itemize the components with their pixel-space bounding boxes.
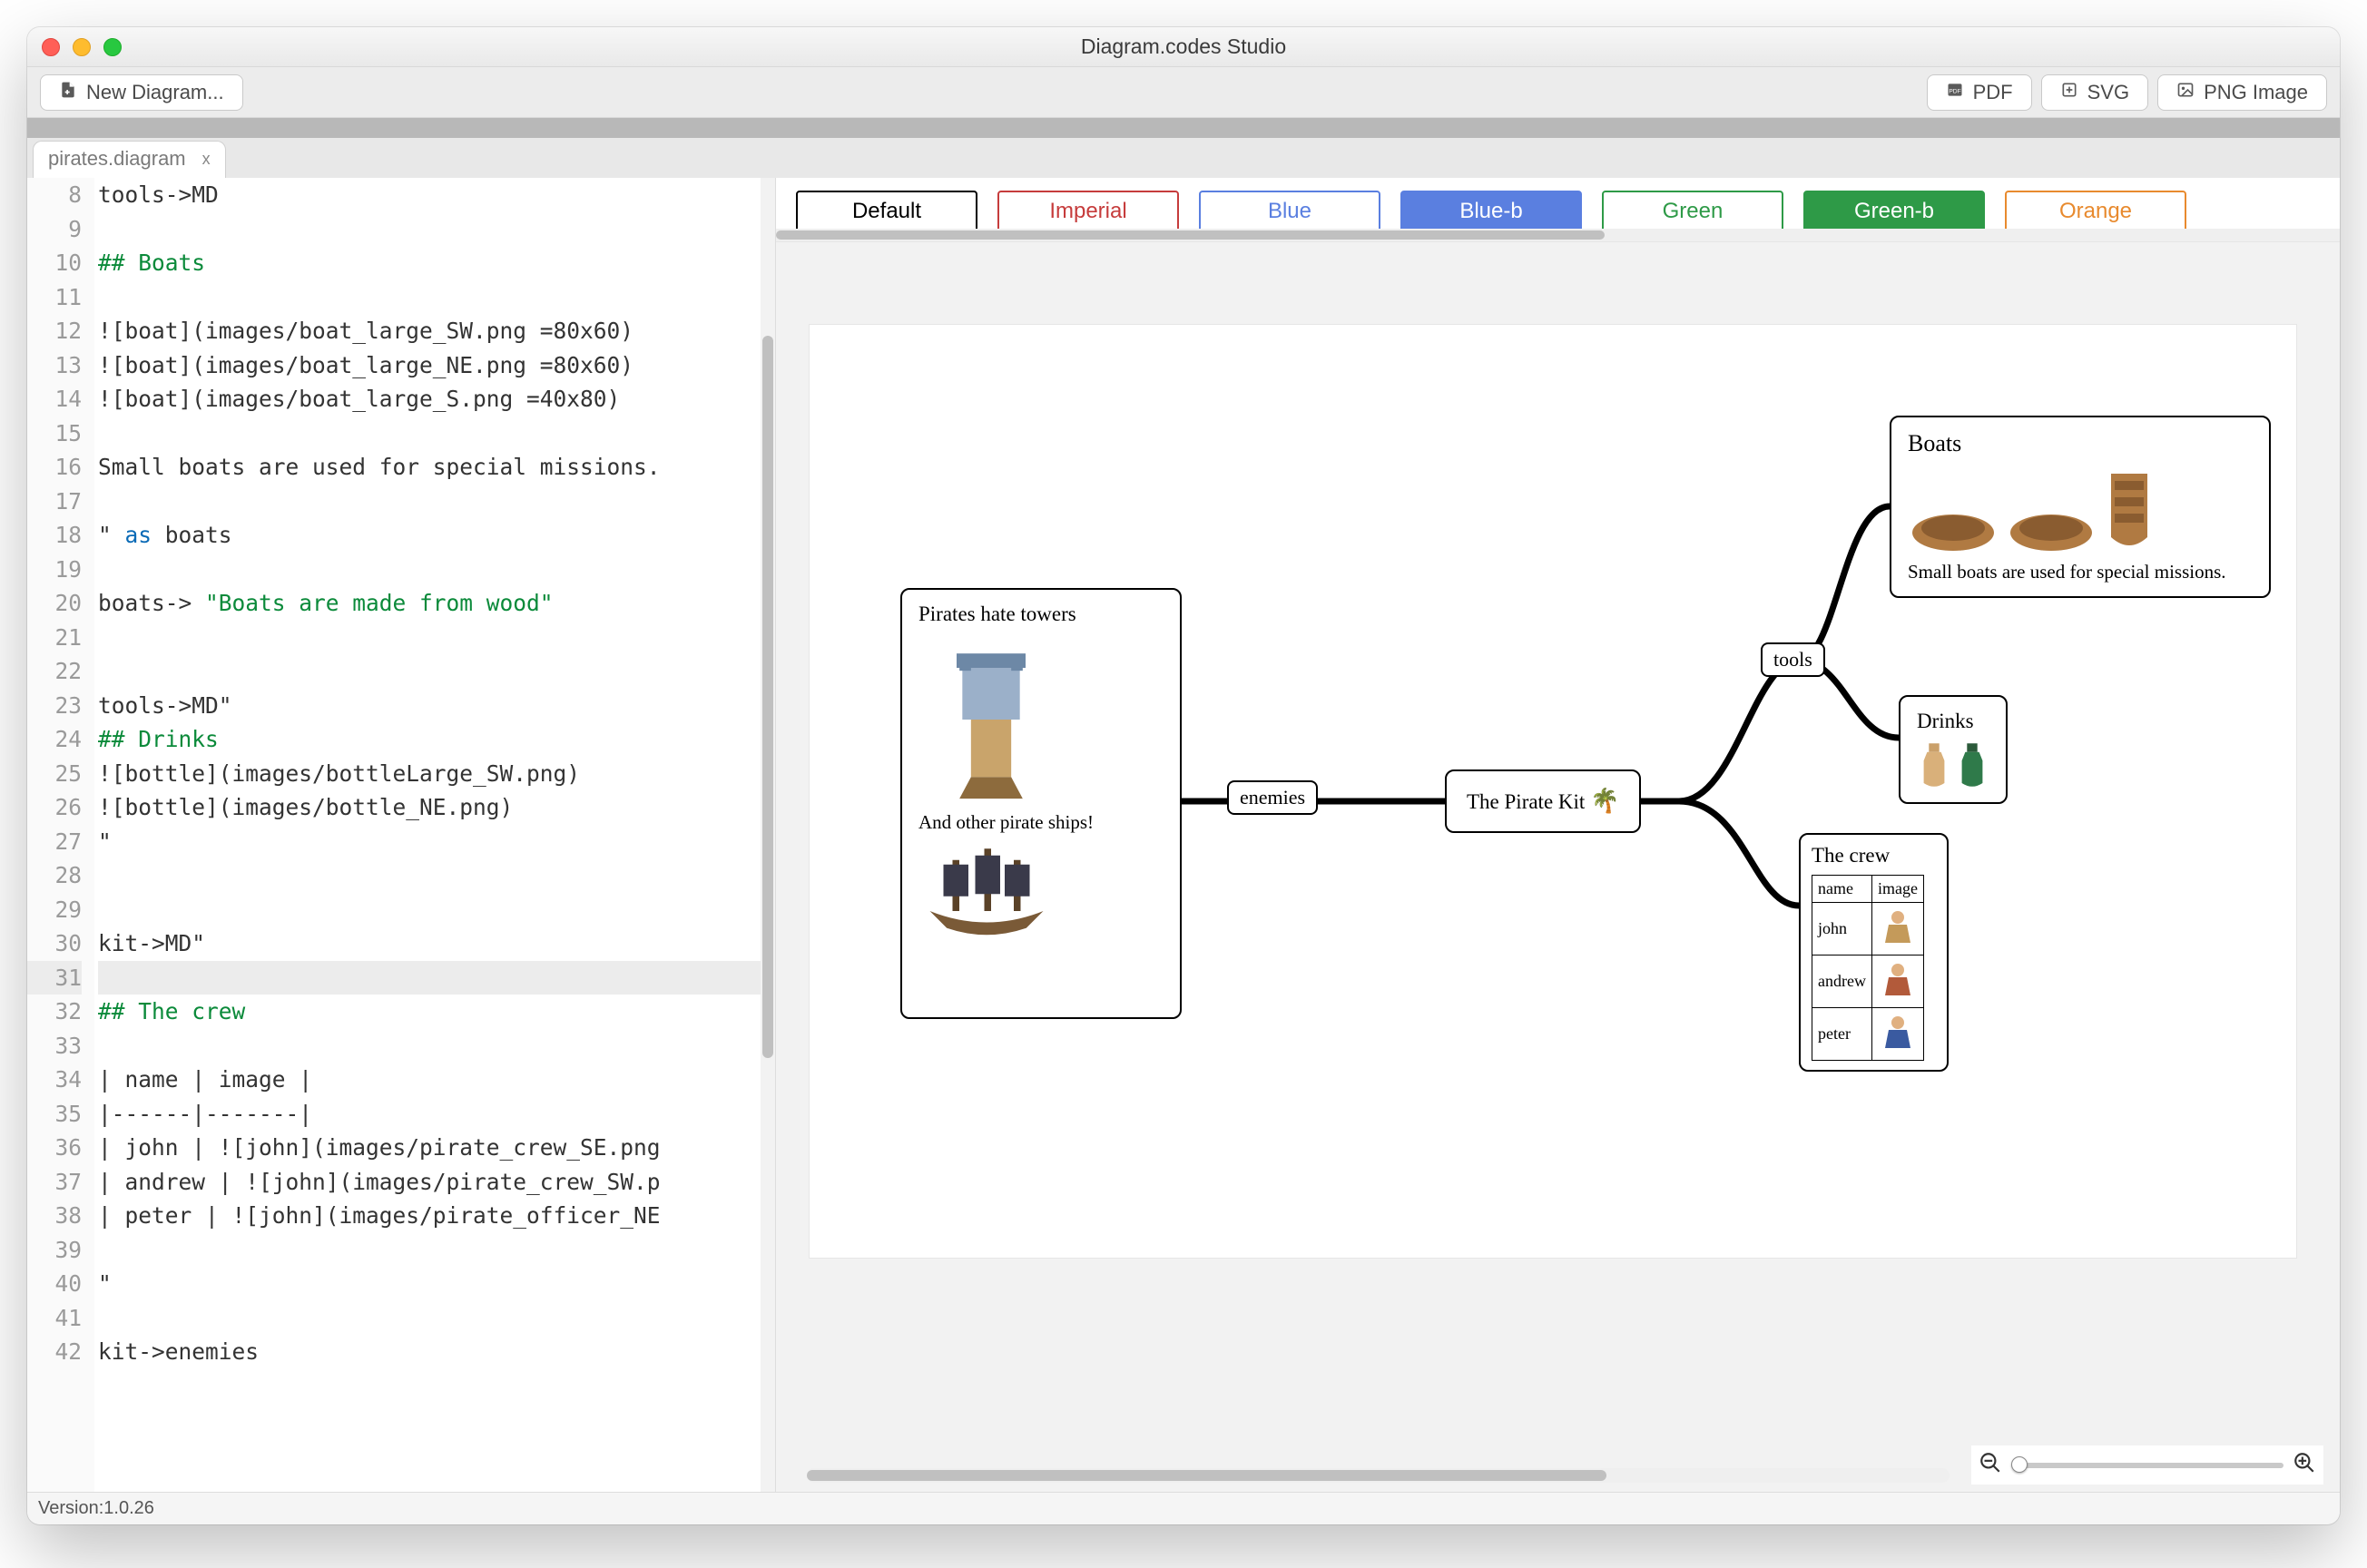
- node-enemies-title: Pirates hate towers: [918, 603, 1164, 626]
- crew-table: name image john andrew: [1812, 875, 1924, 1061]
- export-png-label: PNG Image: [2204, 81, 2308, 104]
- main-split: 8910111213141516171819202122232425262728…: [27, 178, 2340, 1492]
- zoom-in-icon[interactable]: [2293, 1451, 2316, 1479]
- theme-button-green-b[interactable]: Green-b: [1803, 191, 1985, 232]
- crew-name-cell: peter: [1812, 1008, 1872, 1061]
- node-boats-title: Boats: [1908, 430, 2253, 457]
- edge-label-enemies[interactable]: enemies: [1227, 780, 1318, 815]
- window-title: Diagram.codes Studio: [27, 34, 2340, 59]
- crew-header-image: image: [1871, 876, 1923, 903]
- preview-pane: Default Imperial Blue Blue-b Green Green-b Ora…: [776, 178, 2340, 1492]
- diagram-canvas[interactable]: Pirates hate towers And other pirate shi…: [776, 242, 2340, 1492]
- boat-icon: [2006, 492, 2097, 555]
- node-enemies-subtitle: And other pirate ships!: [918, 811, 1164, 834]
- line-number-gutter: 8910111213141516171819202122232425262728…: [27, 178, 94, 1492]
- table-row: peter: [1812, 1008, 1924, 1061]
- svg-export-icon: [2060, 81, 2078, 104]
- editor-vertical-scrollbar[interactable]: [761, 178, 775, 1492]
- crew-name-cell: john: [1812, 903, 1872, 956]
- themes-scroll-thumb[interactable]: [776, 230, 1605, 240]
- maximize-window-button[interactable]: [103, 38, 122, 56]
- toolbar: New Diagram... PDF PDF SVG PNG Image: [27, 67, 2340, 118]
- svg-text:PDF: PDF: [1949, 88, 1960, 94]
- node-pirate-kit[interactable]: The Pirate Kit 🌴: [1445, 769, 1641, 833]
- node-drinks[interactable]: Drinks: [1899, 695, 2008, 804]
- minimize-window-button[interactable]: [73, 38, 91, 56]
- palm-tree-icon: 🌴: [1590, 788, 1619, 814]
- bottle-icon: [1917, 740, 1951, 789]
- code-editor[interactable]: 8910111213141516171819202122232425262728…: [27, 178, 776, 1492]
- pirate-icon: [1878, 959, 1918, 999]
- node-pirate-kit-label: The Pirate Kit: [1467, 790, 1585, 813]
- table-row: andrew: [1812, 956, 1924, 1008]
- node-drinks-title: Drinks: [1917, 710, 1989, 733]
- export-png-button[interactable]: PNG Image: [2157, 74, 2327, 111]
- zoom-out-icon[interactable]: [1979, 1451, 2002, 1479]
- zoom-slider[interactable]: [2011, 1463, 2284, 1468]
- export-svg-button[interactable]: SVG: [2041, 74, 2148, 111]
- tower-illustration: [918, 633, 1064, 806]
- close-tab-button[interactable]: x: [202, 150, 211, 169]
- boat-icon: [1908, 492, 1999, 555]
- toolbar-divider: [27, 118, 2340, 138]
- canvas-horizontal-scrollbar[interactable]: [807, 1468, 1950, 1483]
- themes-horizontal-scrollbar[interactable]: [776, 229, 2340, 241]
- zoom-controls: [1971, 1446, 2323, 1485]
- export-pdf-button[interactable]: PDF PDF: [1927, 74, 2032, 111]
- node-enemies[interactable]: Pirates hate towers And other pirate shi…: [900, 588, 1182, 1019]
- new-diagram-label: New Diagram...: [86, 81, 224, 104]
- window-controls: [42, 38, 122, 56]
- pirate-icon: [1878, 1012, 1918, 1052]
- version-label: Version:1.0.26: [38, 1498, 154, 1519]
- theme-button-default[interactable]: Default: [796, 191, 977, 232]
- export-svg-label: SVG: [2087, 81, 2129, 104]
- table-row: john: [1812, 903, 1924, 956]
- status-bar: Version:1.0.26: [27, 1492, 2340, 1524]
- bottle-icon: [1955, 740, 1989, 789]
- zoom-slider-thumb[interactable]: [2011, 1456, 2028, 1473]
- theme-button-orange[interactable]: Orange: [2005, 191, 2186, 232]
- titlebar: Diagram.codes Studio: [27, 27, 2340, 67]
- app-window: Diagram.codes Studio New Diagram... PDF …: [27, 27, 2340, 1524]
- diagram-paper: Pirates hate towers And other pirate shi…: [809, 324, 2297, 1259]
- crew-name-cell: andrew: [1812, 956, 1872, 1008]
- theme-button-blue[interactable]: Blue: [1199, 191, 1380, 232]
- theme-button-blue-b[interactable]: Blue-b: [1400, 191, 1582, 232]
- theme-button-green[interactable]: Green: [1602, 191, 1783, 232]
- node-boats-caption: Small boats are used for special mission…: [1908, 561, 2253, 583]
- code-content[interactable]: tools->MD ## Boats ![boat](images/boat_l…: [94, 178, 775, 1492]
- crew-header-name: name: [1812, 876, 1872, 903]
- pirate-icon: [1878, 906, 1918, 946]
- node-crew-title: The crew: [1812, 844, 1936, 867]
- file-plus-icon: [59, 81, 77, 104]
- theme-button-imperial[interactable]: Imperial: [997, 191, 1179, 232]
- canvas-hscroll-thumb[interactable]: [807, 1470, 1606, 1481]
- image-icon: [2176, 81, 2195, 104]
- tab-bar: pirates.diagram x: [27, 138, 2340, 178]
- ship-illustration: [918, 834, 1055, 943]
- editor-scroll-thumb[interactable]: [762, 336, 773, 1058]
- edge-label-tools[interactable]: tools: [1761, 642, 1825, 677]
- boat-icon: [2104, 465, 2155, 555]
- export-pdf-label: PDF: [1973, 81, 2013, 104]
- theme-selector-row: Default Imperial Blue Blue-b Green Green-b Ora…: [776, 178, 2340, 242]
- tab-label: pirates.diagram: [48, 147, 186, 171]
- tab-pirates-diagram[interactable]: pirates.diagram x: [33, 141, 226, 178]
- close-window-button[interactable]: [42, 38, 60, 56]
- new-diagram-button[interactable]: New Diagram...: [40, 74, 243, 111]
- pdf-icon: PDF: [1946, 81, 1964, 104]
- node-boats[interactable]: Boats Small boats are used for special m…: [1890, 416, 2271, 598]
- node-crew[interactable]: The crew name image john andrew: [1799, 833, 1949, 1072]
